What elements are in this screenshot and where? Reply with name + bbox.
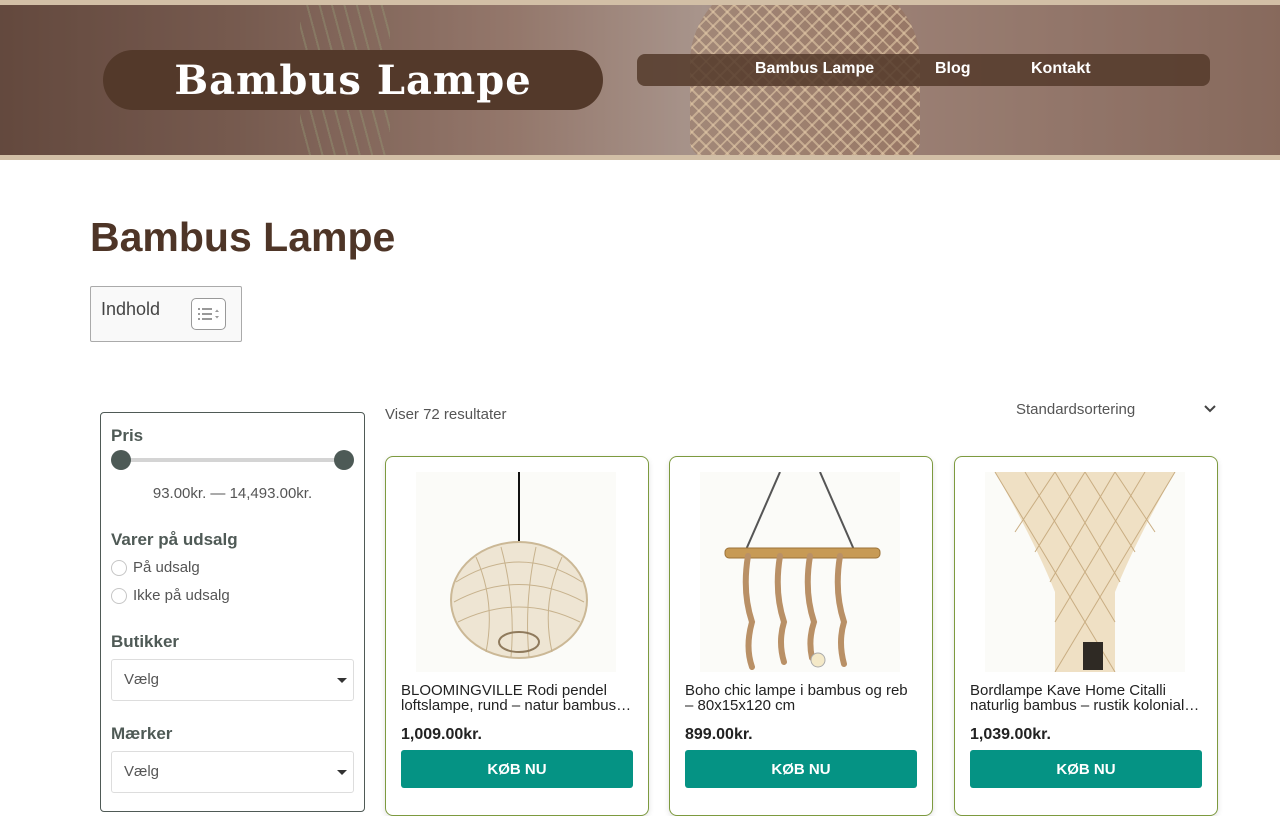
chevron-down-icon <box>1204 405 1216 413</box>
product-title[interactable]: BLOOMINGVILLE Rodi pendel loftslampe, ru… <box>401 683 633 713</box>
buy-now-button[interactable]: KØB NU <box>401 750 633 788</box>
nav-item-bambus-lampe[interactable]: Bambus Lampe <box>755 60 874 78</box>
buy-now-button[interactable]: KØB NU <box>970 750 1202 788</box>
nav-item-blog[interactable]: Blog <box>935 60 971 78</box>
sale-filter-title: Varer på udsalg <box>111 530 238 549</box>
caret-down-icon <box>337 678 347 683</box>
sort-select-value: Standardsortering <box>1016 401 1136 418</box>
brands-select[interactable]: Vælg <box>111 751 354 793</box>
brands-filter-title: Mærker <box>111 724 173 743</box>
price-slider-min-handle[interactable] <box>111 450 131 470</box>
toc-label: Indhold <box>101 299 161 319</box>
product-title[interactable]: Boho chic lampe i bambus og reb – 80x15x… <box>685 683 917 713</box>
stores-select[interactable]: Vælg <box>111 659 354 701</box>
sale-option-label: På udsalg <box>133 559 200 576</box>
result-count: Viser 72 resultater <box>385 406 507 423</box>
buy-now-button[interactable]: KØB NU <box>685 750 917 788</box>
main-nav: Bambus Lampe Blog Kontakt <box>637 54 1210 86</box>
price-range-text: 93.00kr. — 14,493.00kr. <box>152 485 313 502</box>
product-card[interactable]: BLOOMINGVILLE Rodi pendel loftslampe, ru… <box>385 456 649 816</box>
site-logo-text: Bambus Lampe <box>174 56 532 104</box>
brands-select-value: Vælg <box>124 763 160 780</box>
filter-sidebar: Pris 93.00kr. — 14,493.00kr. Varer på ud… <box>100 412 365 812</box>
product-title[interactable]: Bordlampe Kave Home Citalli naturlig bam… <box>970 683 1202 713</box>
table-of-contents: Indhold <box>90 286 242 342</box>
toc-toggle-button[interactable] <box>191 298 226 330</box>
page-title: Bambus Lampe <box>90 214 396 260</box>
price-slider-max-handle[interactable] <box>334 450 354 470</box>
site-header: Bambus Lampe Bambus Lampe Blog Kontakt <box>0 0 1280 160</box>
price-slider-track[interactable] <box>121 458 344 462</box>
sort-select[interactable]: Standardsortering <box>1003 395 1225 425</box>
sale-option-on-sale[interactable]: På udsalg <box>111 559 200 576</box>
product-price: 899.00kr. <box>685 726 753 743</box>
site-logo[interactable]: Bambus Lampe <box>103 50 603 110</box>
radio-button[interactable] <box>111 559 127 576</box>
list-icon <box>198 308 219 320</box>
product-card[interactable]: Bordlampe Kave Home Citalli naturlig bam… <box>954 456 1218 816</box>
price-filter-title: Pris <box>111 426 144 445</box>
product-image[interactable] <box>985 472 1185 672</box>
product-price: 1,009.00kr. <box>401 726 482 743</box>
product-image[interactable] <box>416 472 616 672</box>
product-price: 1,039.00kr. <box>970 726 1051 743</box>
product-card[interactable]: Boho chic lampe i bambus og reb – 80x15x… <box>669 456 933 816</box>
stores-filter-title: Butikker <box>111 632 180 651</box>
caret-down-icon <box>337 770 347 775</box>
stores-select-value: Vælg <box>124 671 160 688</box>
sale-option-label: Ikke på udsalg <box>133 587 230 604</box>
product-image[interactable] <box>700 472 900 672</box>
sale-option-not-on-sale[interactable]: Ikke på udsalg <box>111 587 230 604</box>
radio-button[interactable] <box>111 587 127 604</box>
nav-item-kontakt[interactable]: Kontakt <box>1031 60 1091 78</box>
